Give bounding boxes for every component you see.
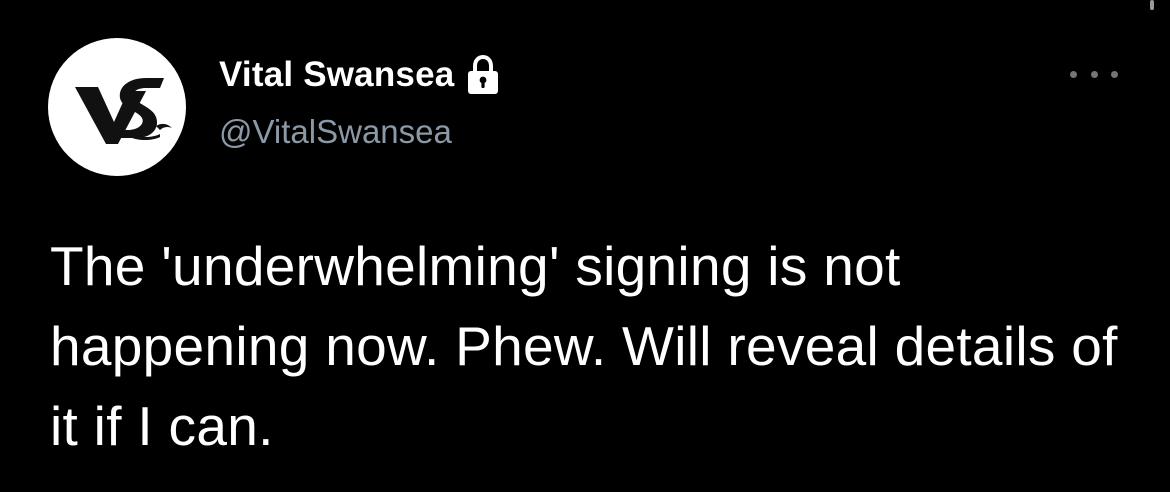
- tweet-text: The 'underwhelming' signing is not happe…: [50, 235, 1118, 457]
- author-name-row: Vital Swansea: [219, 52, 500, 98]
- scroll-indicator: [1150, 0, 1154, 10]
- author-handle[interactable]: @VitalSwansea: [219, 113, 452, 151]
- more-dot-icon: [1090, 70, 1098, 78]
- display-name[interactable]: Vital Swansea: [219, 55, 454, 95]
- tweet-card: Vital Swansea @VitalSwansea The 'underwh…: [0, 0, 1170, 492]
- more-options-icon[interactable]: [1070, 62, 1118, 86]
- avatar[interactable]: [48, 38, 186, 176]
- more-dot-icon: [1070, 70, 1077, 78]
- vs-logo-icon: [75, 78, 172, 144]
- lock-icon: [468, 54, 499, 94]
- more-dot-icon: [1111, 70, 1118, 78]
